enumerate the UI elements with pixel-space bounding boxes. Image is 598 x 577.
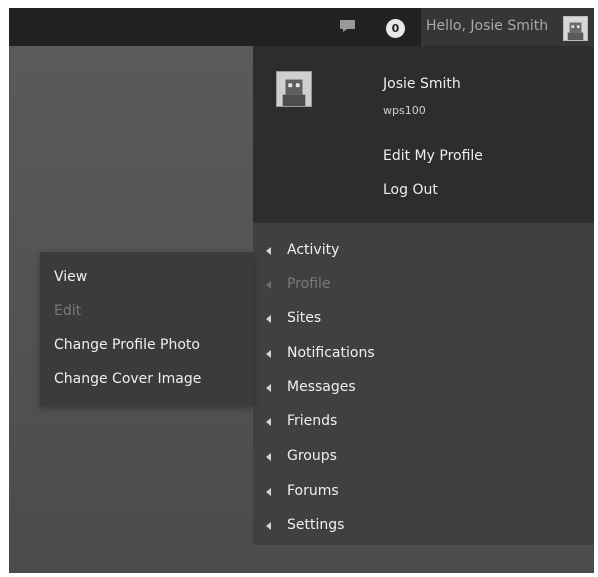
caret-left-icon bbox=[266, 350, 271, 358]
nav-item-label: Settings bbox=[287, 517, 345, 533]
caret-left-icon bbox=[266, 522, 271, 530]
nav-item-messages[interactable]: Messages bbox=[253, 372, 594, 404]
caret-left-icon bbox=[266, 384, 271, 392]
nav-item-sites[interactable]: Sites bbox=[253, 303, 594, 335]
user-avatar-icon[interactable] bbox=[276, 71, 312, 107]
user-avatar-icon bbox=[563, 16, 588, 41]
nav-item-activity[interactable]: Activity bbox=[253, 235, 594, 267]
nav-item-label: Activity bbox=[287, 242, 340, 258]
nav-item-label: Friends bbox=[287, 413, 338, 429]
nav-item-label: Groups bbox=[287, 448, 337, 464]
submenu-item-view[interactable]: View bbox=[54, 269, 87, 285]
nav-item-label: Notifications bbox=[287, 345, 375, 361]
screen: 0 Hello, Josie Smith Josie Smith wps100 … bbox=[9, 8, 594, 573]
nav-item-forums[interactable]: Forums bbox=[253, 476, 594, 508]
caret-left-icon bbox=[266, 315, 271, 323]
submenu-item-change-profile-photo[interactable]: Change Profile Photo bbox=[54, 337, 200, 353]
submenu-item-change-cover-image[interactable]: Change Cover Image bbox=[54, 371, 201, 387]
display-name[interactable]: Josie Smith bbox=[383, 76, 461, 92]
edit-my-profile-link[interactable]: Edit My Profile bbox=[383, 148, 483, 164]
nav-item-notifications[interactable]: Notifications bbox=[253, 338, 594, 370]
greeting-text: Hello, Josie Smith bbox=[426, 18, 549, 34]
admin-bar: 0 Hello, Josie Smith bbox=[9, 8, 594, 46]
profile-nav-menu: Activity Profile Sites Notifications Mes… bbox=[253, 223, 594, 545]
submenu-item-edit[interactable]: Edit bbox=[54, 303, 81, 319]
caret-left-icon bbox=[266, 281, 271, 289]
caret-left-icon bbox=[266, 488, 271, 496]
nav-item-label: Sites bbox=[287, 310, 322, 326]
nav-item-label: Profile bbox=[287, 276, 331, 292]
profile-submenu: View Edit Change Profile Photo Change Co… bbox=[40, 252, 253, 406]
caret-left-icon bbox=[266, 453, 271, 461]
comment-bubble-icon[interactable] bbox=[339, 19, 356, 33]
nav-item-profile[interactable]: Profile bbox=[253, 269, 594, 301]
account-panel: Josie Smith wps100 Edit My Profile Log O… bbox=[253, 46, 594, 223]
log-out-link[interactable]: Log Out bbox=[383, 182, 438, 198]
nav-item-settings[interactable]: Settings bbox=[253, 510, 594, 542]
nav-item-label: Forums bbox=[287, 483, 339, 499]
nav-item-label: Messages bbox=[287, 379, 356, 395]
caret-left-icon bbox=[266, 247, 271, 255]
nav-item-friends[interactable]: Friends bbox=[253, 406, 594, 438]
nav-item-groups[interactable]: Groups bbox=[253, 441, 594, 473]
notification-count-badge[interactable]: 0 bbox=[386, 19, 405, 38]
caret-left-icon bbox=[266, 418, 271, 426]
username: wps100 bbox=[383, 104, 426, 117]
my-account-menu[interactable]: Hello, Josie Smith bbox=[421, 8, 594, 46]
